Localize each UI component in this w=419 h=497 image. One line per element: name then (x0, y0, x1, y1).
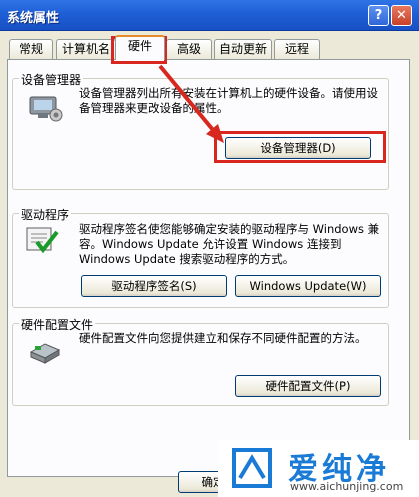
tab-computer-name[interactable]: 计算机名 (56, 39, 116, 59)
hardware-profile-group: 硬件配置文件 硬件配置文件向您提供建立和保存不同硬件配置的方法。 硬件配置文件(… (12, 316, 389, 406)
hardware-tab-page: 设备管理器 设备管理器列出所有安装在计算机上的硬件设备。请使用设备管理器来更改设… (7, 59, 410, 477)
driver-signing-button[interactable]: 驱动程序签名(S) (81, 275, 227, 297)
watermark: 爱纯净 www.aichunjing.com (218, 440, 419, 497)
watermark-url: www.aichunjing.com (290, 480, 404, 493)
hardware-profile-description: 硬件配置文件向您提供建立和保存不同硬件配置的方法。 (79, 331, 367, 345)
device-manager-icon (29, 96, 63, 122)
watermark-logo-icon (232, 448, 272, 488)
driver-group: 驱动程序 驱动程序签名使您能够确定安装的驱动程序与 Windows 兼容。Win… (12, 206, 389, 308)
tab-advanced[interactable]: 高级 (166, 39, 212, 59)
help-button[interactable]: ? (368, 5, 389, 26)
tab-general[interactable]: 常规 (9, 39, 53, 59)
device-manager-description: 设备管理器列出所有安装在计算机上的硬件设备。请使用设备管理器来更改设备的属性。 (79, 86, 378, 115)
driver-group-title: 驱动程序 (19, 206, 72, 223)
hardware-profile-button[interactable]: 硬件配置文件(P) (235, 375, 381, 397)
system-properties-dialog: 常规 计算机名 硬件 高级 自动更新 远程 设备管理器 设备管理器列出所有安装在… (0, 31, 419, 497)
driver-description: 驱动程序签名使您能够确定安装的驱动程序与 Windows 兼容。Windows … (79, 222, 380, 266)
tab-automatic-updates[interactable]: 自动更新 (214, 39, 272, 59)
hardware-profile-icon (29, 343, 61, 364)
tab-hardware[interactable]: 硬件 (115, 35, 165, 60)
title-bar[interactable]: 系统属性 ? ✕ (0, 0, 419, 31)
window-title: 系统属性 (7, 11, 60, 26)
driver-signing-icon (26, 227, 59, 254)
tab-remote[interactable]: 远程 (274, 39, 320, 59)
close-button[interactable]: ✕ (391, 5, 412, 26)
close-icon: ✕ (396, 8, 407, 23)
help-icon: ? (374, 8, 383, 23)
windows-update-button[interactable]: Windows Update(W) (235, 275, 381, 297)
device-manager-button-highlight (214, 131, 386, 163)
device-manager-group-title: 设备管理器 (19, 71, 84, 88)
tab-strip: 常规 计算机名 硬件 高级 自动更新 远程 (0, 31, 419, 60)
